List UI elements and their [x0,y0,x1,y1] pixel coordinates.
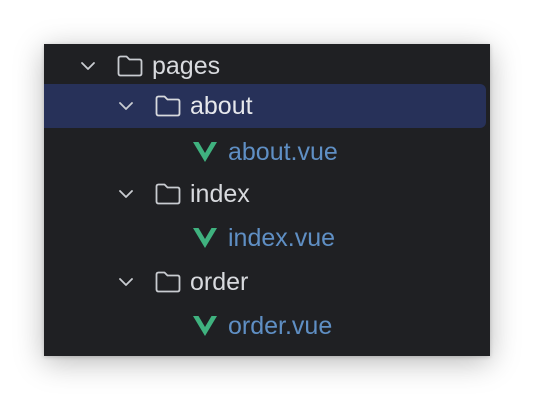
folder-icon [154,181,182,205]
tree-item-index[interactable]: index [44,172,490,216]
folder-icon [116,53,144,77]
tree-file-label: index.vue [228,224,336,252]
tree-item-order[interactable]: order [44,260,490,304]
project-tree-panel: pages about about.vue index index.vue or… [44,44,490,356]
tree-item-label: order [190,268,249,296]
folder-icon [154,269,182,293]
chevron-down-icon[interactable] [116,96,136,116]
folder-icon [154,93,182,117]
tree-file-order-vue[interactable]: order.vue [44,304,490,348]
vue-file-icon [191,314,219,338]
tree-file-label: order.vue [228,312,333,340]
tree-item-label: index [190,180,250,208]
vue-file-icon [191,226,219,250]
vue-file-icon [191,140,219,164]
chevron-down-icon[interactable] [116,272,136,292]
tree-item-label: about [190,92,253,120]
chevron-down-icon[interactable] [116,184,136,204]
tree-file-label: about.vue [228,138,338,166]
tree-item-label: pages [152,52,221,80]
tree-file-about-vue[interactable]: about.vue [44,130,490,174]
tree-item-pages[interactable]: pages [44,44,490,88]
chevron-down-icon[interactable] [78,56,98,76]
selection-highlight [44,84,486,128]
tree-item-about[interactable]: about [44,84,490,128]
tree-file-index-vue[interactable]: index.vue [44,216,490,260]
